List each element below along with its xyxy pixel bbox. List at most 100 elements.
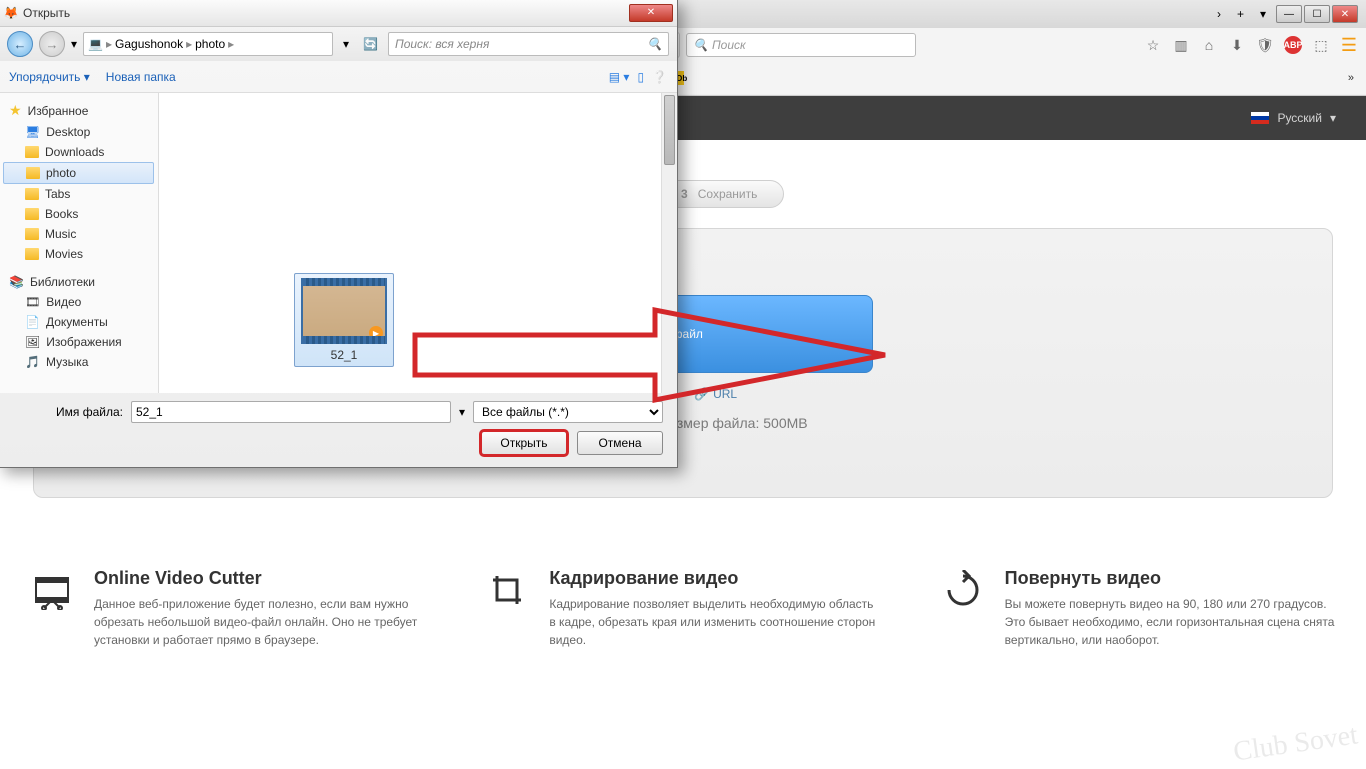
new-tab-button[interactable]: + bbox=[1231, 5, 1250, 23]
rotate-icon bbox=[941, 568, 985, 612]
feature-title: Online Video Cutter bbox=[94, 568, 425, 589]
dialog-titlebar[interactable]: 🦊 Открыть ✕ bbox=[0, 0, 677, 27]
sidebar-item-music[interactable]: Music bbox=[0, 224, 158, 244]
downloads-icon[interactable]: ⬇ bbox=[1228, 36, 1246, 54]
menu-icon[interactable]: ☰ bbox=[1340, 36, 1358, 54]
tab-scroll-right[interactable]: › bbox=[1211, 5, 1227, 23]
dialog-sidebar: ★Избранное 🖥Desktop Downloads photo Tabs… bbox=[0, 93, 159, 393]
feature-desc: Данное веб-приложение будет полезно, есл… bbox=[94, 595, 425, 649]
features-row: Online Video Cutter Данное веб-приложение… bbox=[0, 528, 1366, 689]
refresh-button[interactable]: 🔄 bbox=[359, 37, 382, 51]
file-name: 52_1 bbox=[299, 348, 389, 362]
libraries-header[interactable]: 📚Библиотеки bbox=[0, 272, 158, 292]
feature-card: Кадрирование видео Кадрирование позволяет… bbox=[485, 568, 880, 649]
feature-title: Кадрирование видео bbox=[549, 568, 880, 589]
dialog-title: Открыть bbox=[23, 6, 70, 20]
url-link[interactable]: 🔗URL bbox=[694, 387, 737, 401]
video-icon: 🎞 bbox=[25, 295, 40, 309]
bookmarks-overflow[interactable]: » bbox=[1344, 70, 1358, 86]
organize-menu[interactable]: Упорядочить ▾ bbox=[9, 70, 90, 84]
sidebar-item-documents[interactable]: 📄Документы bbox=[0, 312, 158, 332]
play-overlay-icon: ▶ bbox=[369, 326, 383, 340]
file-list[interactable]: ▶ 52_1 bbox=[159, 93, 677, 393]
breadcrumb[interactable]: 💻▸ Gagushonok▸ photo▸ bbox=[83, 32, 333, 56]
folder-icon bbox=[25, 208, 39, 220]
view-mode-button[interactable]: ▤ ▾ bbox=[609, 70, 630, 84]
sidebar-item-tabs[interactable]: Tabs bbox=[0, 184, 158, 204]
shield-icon[interactable]: 🛡 bbox=[1256, 36, 1274, 54]
folder-icon bbox=[25, 228, 39, 240]
feature-title: Повернуть видео bbox=[1005, 568, 1336, 589]
dialog-body: ★Избранное 🖥Desktop Downloads photo Tabs… bbox=[0, 93, 677, 393]
filename-dropdown[interactable]: ▾ bbox=[459, 405, 465, 419]
file-type-filter[interactable]: Все файлы (*.*) bbox=[473, 401, 663, 423]
sidebar-item-video[interactable]: 🎞Видео bbox=[0, 292, 158, 312]
favorites-header[interactable]: ★Избранное bbox=[0, 99, 158, 122]
image-icon: 🖼 bbox=[25, 335, 40, 349]
video-thumbnail: ▶ bbox=[301, 278, 387, 344]
computer-icon: 💻 bbox=[88, 37, 103, 51]
sidebar-item-downloads[interactable]: Downloads bbox=[0, 142, 158, 162]
sidebar-item-images[interactable]: 🖼Изображения bbox=[0, 332, 158, 352]
language-selector[interactable]: Русский bbox=[1277, 111, 1322, 125]
file-item[interactable]: ▶ 52_1 bbox=[294, 273, 394, 367]
document-icon: 📄 bbox=[25, 315, 40, 329]
feature-desc: Вы можете повернуть видео на 90, 180 или… bbox=[1005, 595, 1336, 649]
home-icon[interactable]: ⌂ bbox=[1200, 36, 1218, 54]
breadcrumb-dropdown[interactable]: ▾ bbox=[339, 37, 353, 51]
search-bar[interactable]: 🔍Поиск bbox=[686, 33, 916, 57]
feature-card: Повернуть видео Вы можете повернуть видео… bbox=[941, 568, 1336, 649]
sidebar-item-lib-music[interactable]: 🎵Музыка bbox=[0, 352, 158, 372]
dialog-footer: Имя файла: ▾ Все файлы (*.*) Открыть Отм… bbox=[0, 393, 677, 463]
scrollbar-thumb[interactable] bbox=[664, 95, 675, 165]
dialog-toolbar: Упорядочить ▾ Новая папка ▤ ▾ ▯ ❔ bbox=[0, 61, 677, 93]
tab-list-button[interactable]: ▾ bbox=[1254, 5, 1272, 23]
search-icon: 🔍 bbox=[647, 37, 662, 51]
firefox-icon: 🦊 bbox=[3, 5, 19, 21]
new-folder-button[interactable]: Новая папка bbox=[106, 70, 176, 84]
filename-input[interactable] bbox=[131, 401, 451, 423]
maximize-button[interactable]: ☐ bbox=[1304, 5, 1330, 23]
scissors-film-icon bbox=[30, 568, 74, 612]
file-list-scrollbar[interactable] bbox=[661, 93, 677, 393]
sidebar-item-desktop[interactable]: 🖥Desktop bbox=[0, 122, 158, 142]
crop-icon bbox=[485, 568, 529, 612]
open-button[interactable]: Открыть bbox=[481, 431, 567, 455]
sidebar-item-movies[interactable]: Movies bbox=[0, 244, 158, 264]
preview-pane-button[interactable]: ▯ bbox=[637, 70, 644, 84]
dialog-search-input[interactable]: Поиск: вся херня🔍 bbox=[388, 32, 669, 56]
link-icon: 🔗 bbox=[694, 387, 709, 401]
folder-icon bbox=[25, 188, 39, 200]
window-controls: — ☐ ✕ bbox=[1276, 5, 1358, 23]
minimize-button[interactable]: — bbox=[1276, 5, 1302, 23]
breadcrumb-segment[interactable]: Gagushonok bbox=[115, 37, 183, 51]
feature-card: Online Video Cutter Данное веб-приложение… bbox=[30, 568, 425, 649]
libraries-icon: 📚 bbox=[9, 275, 24, 289]
close-window-button[interactable]: ✕ bbox=[1332, 5, 1358, 23]
breadcrumb-segment[interactable]: photo bbox=[195, 37, 225, 51]
dialog-nav: ← → ▾ 💻▸ Gagushonok▸ photo▸ ▾ 🔄 Поиск: в… bbox=[0, 27, 677, 61]
sidebar-item-books[interactable]: Books bbox=[0, 204, 158, 224]
cancel-button[interactable]: Отмена bbox=[577, 431, 663, 455]
filename-label: Имя файла: bbox=[13, 405, 123, 419]
star-icon: ★ bbox=[9, 102, 22, 119]
nav-back-button[interactable]: ← bbox=[7, 31, 33, 57]
feature-desc: Кадрирование позволяет выделить необходи… bbox=[549, 595, 880, 649]
toolbar-icons: ☆ ▥ ⌂ ⬇ 🛡 ABP ⬚ ☰ bbox=[1144, 36, 1358, 54]
library-icon[interactable]: ▥ bbox=[1172, 36, 1190, 54]
search-icon: 🔍 bbox=[693, 38, 708, 52]
nav-forward-button[interactable]: → bbox=[39, 31, 65, 57]
folder-icon bbox=[25, 248, 39, 260]
star-icon[interactable]: ☆ bbox=[1144, 36, 1162, 54]
step-num: 3 bbox=[681, 187, 688, 201]
screenshot-icon[interactable]: ⬚ bbox=[1312, 36, 1330, 54]
step-label: Сохранить bbox=[698, 187, 758, 201]
folder-icon bbox=[26, 167, 40, 179]
dialog-close-button[interactable]: ✕ bbox=[629, 4, 673, 22]
nav-dropdown-button[interactable]: ▾ bbox=[71, 37, 77, 51]
adblock-icon[interactable]: ABP bbox=[1284, 36, 1302, 54]
sidebar-item-photo[interactable]: photo bbox=[3, 162, 154, 184]
help-button[interactable]: ❔ bbox=[652, 70, 667, 84]
folder-icon bbox=[25, 146, 39, 158]
music-icon: 🎵 bbox=[25, 355, 40, 369]
